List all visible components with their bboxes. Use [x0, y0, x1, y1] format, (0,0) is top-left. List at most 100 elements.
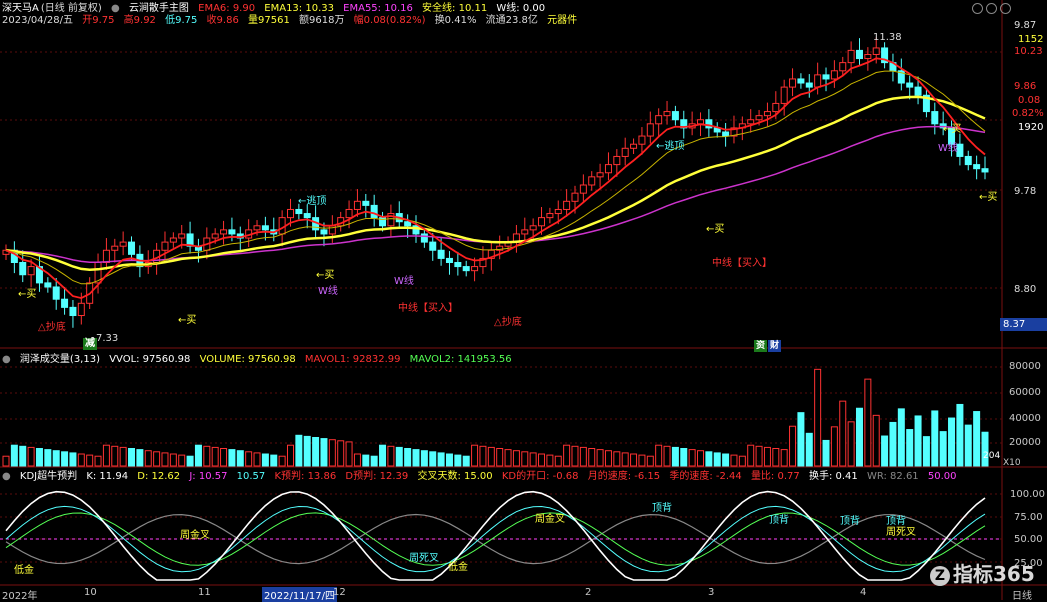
time-axis-label: 4: [860, 587, 867, 598]
volume-bar: [630, 453, 638, 467]
volume-bar: [278, 455, 286, 467]
volume-bar: [328, 439, 336, 467]
kdj-month-speed: 月的速度: -6.15: [587, 471, 661, 482]
volume-bar: [646, 455, 654, 467]
kdj-death-cross-label: 周死叉: [409, 553, 439, 564]
volume-axis-label: 40000: [1009, 413, 1041, 424]
candle-body: [797, 78, 805, 84]
volume-bar: [705, 451, 713, 467]
kdj-indicator-title[interactable]: KDJ超牛预判: [20, 471, 77, 482]
mid-buy-label: 中线【买入】: [398, 303, 458, 314]
watermark-icon: Z: [930, 565, 950, 586]
volume-bar: [780, 449, 788, 467]
close-icon[interactable]: [1000, 3, 1011, 14]
volume-bar: [897, 408, 905, 467]
low-price-label: 7.33: [96, 333, 119, 344]
candle-body: [830, 70, 838, 80]
axis-change-pct-label: 0.82%: [1012, 108, 1044, 119]
volume-bar: [228, 449, 236, 467]
kdj-k-value: K: 11.94: [86, 471, 129, 482]
candle-body: [906, 82, 914, 88]
volume-bar: [814, 368, 822, 467]
ema13-value: EMA13: 10.33: [264, 3, 334, 14]
volume-bar: [797, 412, 805, 467]
chart-canvas[interactable]: [0, 0, 1047, 600]
volume-bar: [169, 453, 177, 467]
volume-bar: [948, 417, 956, 467]
volume-bar: [722, 453, 730, 467]
volume-bar: [186, 455, 194, 467]
price-header-row2: 2023/04/28/五 开9.75 高9.92 低9.75 收9.86 量97…: [2, 15, 583, 27]
candle-body: [471, 266, 479, 272]
current-price-box: 8.37: [1000, 318, 1047, 331]
bar-sector[interactable]: 元器件: [547, 15, 577, 26]
candle-body: [964, 155, 972, 166]
bar-open: 开9.75: [82, 15, 115, 26]
axis-price-label: 8.80: [1014, 284, 1037, 295]
candle-body: [839, 62, 847, 72]
finance-tag[interactable]: 财: [768, 340, 782, 352]
maximize-icon[interactable]: [986, 3, 997, 14]
volume-bar: [613, 451, 621, 467]
volume-bar: [839, 400, 847, 467]
escape-top-label: ←逃顶: [656, 141, 685, 152]
candle-body: [261, 225, 269, 231]
axis-volume-label: 1152: [1018, 34, 1044, 45]
volume-bar: [755, 445, 763, 467]
volume-bar: [579, 446, 587, 467]
kdj-extra-value: 10.57: [236, 471, 266, 482]
chart-mode: (日线 前复权): [40, 3, 102, 14]
volume-bar: [312, 436, 320, 467]
candle-body: [404, 221, 412, 227]
kdj-season-speed: 季的速度: -2.44: [669, 471, 742, 482]
volume-bar: [697, 450, 705, 467]
watermark-logo: Z 指标365: [930, 558, 1035, 587]
minimize-icon[interactable]: [972, 3, 983, 14]
volume-bar: [604, 450, 612, 467]
candle-body: [671, 111, 679, 121]
volume-bar: [161, 452, 169, 467]
volume-bar: [412, 449, 420, 467]
ema55-value: EMA55: 10.16: [343, 3, 413, 14]
volume-bar: [128, 448, 136, 467]
volume-bar: [19, 445, 27, 467]
volume-bar: [822, 439, 830, 467]
volume-bar: [61, 451, 69, 467]
volume-bar: [738, 455, 746, 467]
time-axis-label: 2: [585, 587, 592, 598]
settings-icon[interactable]: ●: [111, 3, 120, 14]
kdj-golden-cross-label: 周金叉: [180, 530, 210, 541]
volume-indicator-title[interactable]: 润泽成交量(3,13): [20, 354, 100, 365]
volume-bar: [922, 436, 930, 467]
stock-name[interactable]: 深天马A: [2, 3, 39, 14]
settings-icon[interactable]: ●: [2, 354, 11, 365]
candle-body: [295, 208, 303, 215]
volume-bar: [730, 454, 738, 467]
candle-body: [630, 143, 638, 149]
candle-body: [462, 266, 470, 272]
candle-body: [789, 78, 797, 88]
news-tag[interactable]: 资: [754, 340, 768, 352]
volume-axis-label: 20000: [1009, 437, 1041, 448]
candle-body: [220, 229, 228, 235]
volume-bar: [964, 424, 972, 467]
mid-buy-label: 中线【买入】: [712, 258, 772, 269]
candle-body: [362, 200, 370, 206]
volume-bar: [872, 414, 880, 467]
volume-bar: [789, 425, 797, 467]
volume-bar: [973, 411, 981, 467]
candle-body: [780, 86, 788, 104]
settings-icon[interactable]: ●: [2, 471, 11, 482]
kdj-fifty: 50.00: [927, 471, 957, 482]
indicator-title[interactable]: 云涧散手主图: [129, 3, 189, 14]
volume-bar: [286, 444, 294, 467]
volume-last-label: 204: [983, 451, 1001, 461]
kdj-axis-label: 100.00: [1010, 489, 1045, 500]
kdj-wr: WR: 82.61: [866, 471, 919, 482]
volume-bar: [830, 426, 838, 467]
bar-change: 幅0.08(0.82%): [353, 15, 426, 26]
kdj-top-divergence-label: 顶背: [652, 503, 672, 514]
axis-change-label: 0.08: [1018, 95, 1041, 106]
kdj-golden-cross-label: 低金: [14, 565, 34, 576]
volume-bar: [211, 446, 219, 467]
